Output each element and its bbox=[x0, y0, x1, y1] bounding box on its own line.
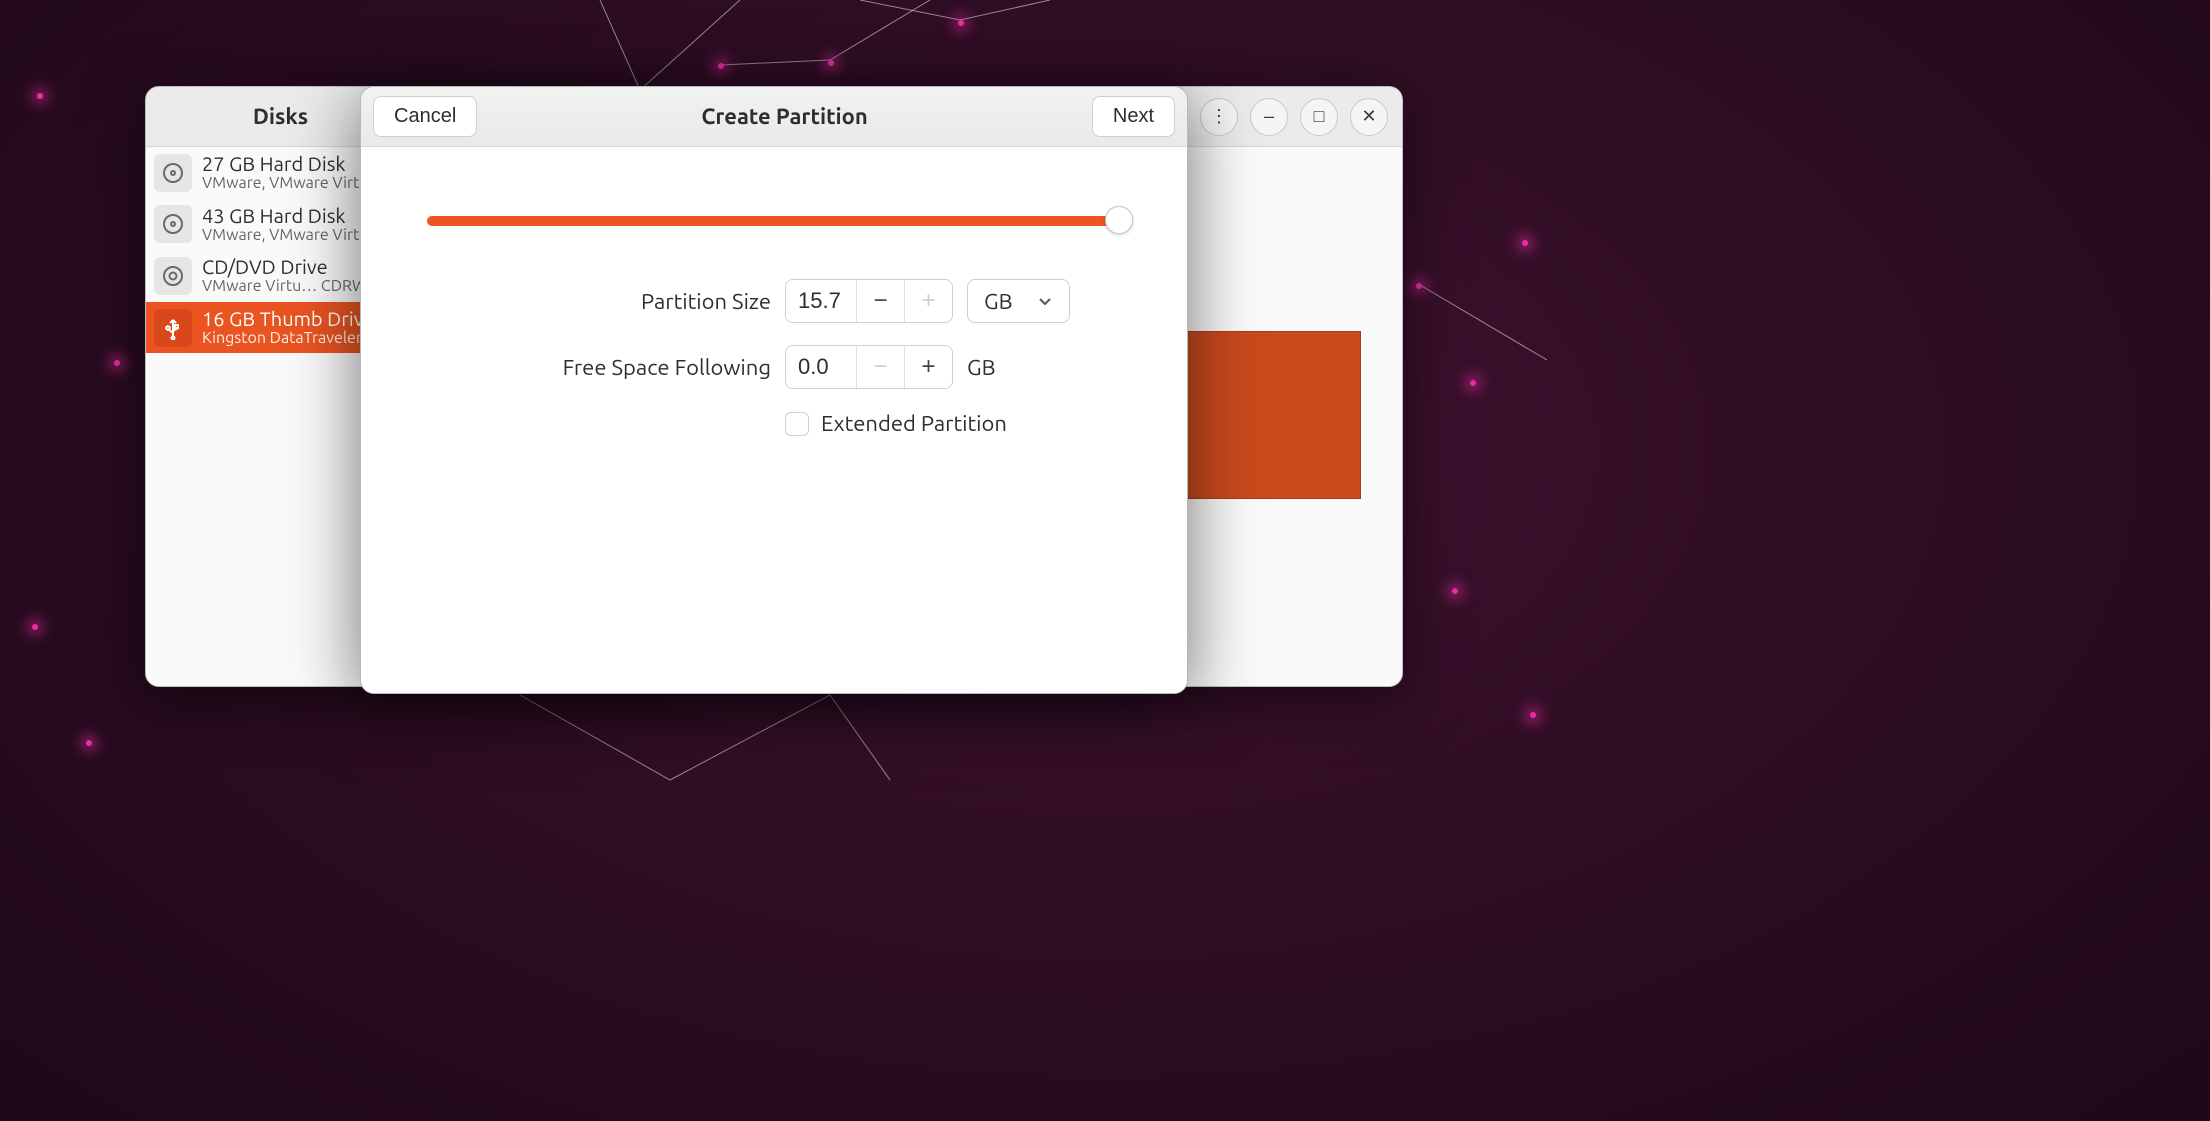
maximize-button[interactable]: □ bbox=[1300, 98, 1338, 136]
free-space-stepper: − + bbox=[785, 345, 953, 389]
dialog-title: Create Partition bbox=[701, 104, 867, 129]
free-space-increment[interactable]: + bbox=[904, 346, 952, 388]
free-space-label: Free Space Following bbox=[421, 355, 771, 380]
partition-size-label: Partition Size bbox=[421, 289, 771, 314]
close-button[interactable]: ✕ bbox=[1350, 98, 1388, 136]
cd-icon bbox=[154, 257, 192, 295]
next-button[interactable]: Next bbox=[1092, 96, 1175, 137]
unit-select-label: GB bbox=[984, 289, 1013, 314]
slider-fill bbox=[429, 218, 1119, 224]
partition-size-stepper: − + bbox=[785, 279, 953, 323]
disk-title: 43 GB Hard Disk bbox=[202, 205, 359, 227]
chevron-down-icon bbox=[1037, 289, 1053, 314]
free-space-decrement[interactable]: − bbox=[856, 346, 904, 388]
partition-size-unit-select[interactable]: GB bbox=[967, 279, 1070, 323]
disk-subtitle: VMware, VMware Virt bbox=[202, 175, 359, 193]
disk-title: CD/DVD Drive bbox=[202, 256, 367, 278]
dialog-header: Cancel Create Partition Next bbox=[361, 87, 1187, 147]
partition-size-input[interactable] bbox=[786, 280, 856, 322]
hdd-icon bbox=[154, 154, 192, 192]
create-partition-dialog: Cancel Create Partition Next Partition S… bbox=[360, 86, 1188, 694]
slider-thumb[interactable] bbox=[1105, 206, 1133, 234]
minimize-button[interactable]: – bbox=[1250, 98, 1288, 136]
extended-partition-checkbox[interactable] bbox=[785, 412, 809, 436]
partition-size-increment[interactable]: + bbox=[904, 280, 952, 322]
disk-subtitle: Kingston DataTraveler bbox=[202, 330, 374, 348]
cancel-button[interactable]: Cancel bbox=[373, 96, 477, 137]
disk-title: 27 GB Hard Disk bbox=[202, 153, 359, 175]
free-space-unit: GB bbox=[967, 355, 996, 380]
disk-subtitle: VMware Virtu… CDRW bbox=[202, 278, 367, 296]
disks-menu-button[interactable]: ⋮ bbox=[1200, 98, 1238, 136]
partition-size-decrement[interactable]: − bbox=[856, 280, 904, 322]
hdd-icon bbox=[154, 205, 192, 243]
disk-title: 16 GB Thumb Drive bbox=[202, 308, 374, 330]
partition-size-slider[interactable] bbox=[421, 207, 1127, 233]
disk-subtitle: VMware, VMware Virt bbox=[202, 227, 359, 245]
extended-partition-label: Extended Partition bbox=[821, 411, 1007, 436]
free-space-input[interactable] bbox=[786, 346, 856, 388]
dialog-body: Partition Size − + GB Free Space Followi… bbox=[361, 147, 1187, 693]
usb-icon bbox=[154, 309, 192, 347]
